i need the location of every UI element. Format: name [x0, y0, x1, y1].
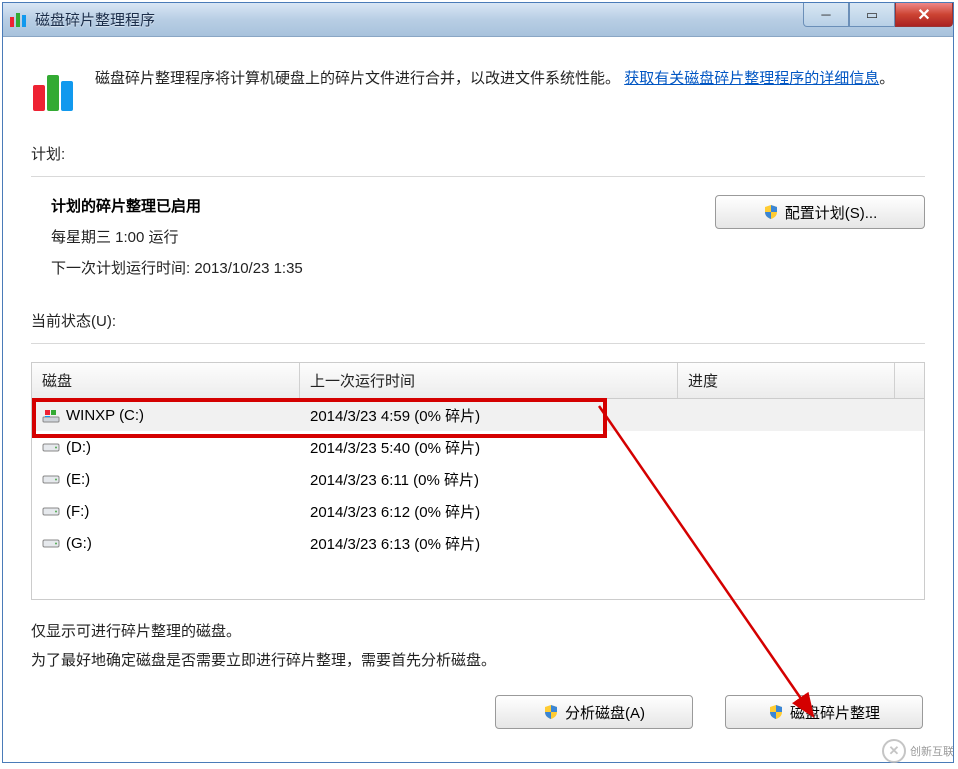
- col-progress-header[interactable]: 进度: [678, 363, 894, 398]
- analyze-label: 分析磁盘(A): [565, 702, 645, 723]
- defrag-app-icon: [9, 11, 27, 29]
- disk-name: (D:): [66, 439, 91, 456]
- window-controls: ─ ▭ ✕: [803, 3, 953, 27]
- disk-name: (E:): [66, 471, 90, 488]
- disk-name: (G:): [66, 535, 92, 552]
- table-row[interactable]: (F:) 2014/3/23 6:12 (0% 碎片): [32, 495, 924, 527]
- action-buttons: 分析磁盘(A) 磁盘碎片整理: [31, 695, 925, 729]
- watermark: ✕ 创新互联: [882, 739, 954, 763]
- close-button[interactable]: ✕: [895, 3, 953, 27]
- shield-icon: [768, 704, 784, 720]
- intro-text: 磁盘碎片整理程序将计算机硬盘上的碎片文件进行合并，以改进文件系统性能。 获取有关…: [95, 65, 894, 92]
- separator: [31, 343, 925, 344]
- col-spacer: [894, 363, 924, 398]
- table-body: WINXP (C:) 2014/3/23 4:59 (0% 碎片) (D:) 2014…: [32, 399, 924, 599]
- schedule-details: 计划的碎片整理已启用 每星期三 1:00 运行 下一次计划运行时间: 2013/…: [31, 195, 303, 288]
- disk-name: (F:): [66, 503, 89, 520]
- watermark-icon: ✕: [882, 739, 906, 763]
- shield-icon: [543, 704, 559, 720]
- defrag-large-icon: [31, 65, 81, 115]
- last-run-cell: 2014/3/23 6:12 (0% 碎片): [300, 501, 678, 522]
- defrag-button[interactable]: 磁盘碎片整理: [725, 695, 923, 729]
- configure-schedule-label: 配置计划(S)...: [785, 202, 878, 223]
- col-last-header[interactable]: 上一次运行时间: [300, 363, 678, 398]
- note-text: 仅显示可进行碎片整理的磁盘。 为了最好地确定磁盘是否需要立即进行碎片整理，需要首…: [31, 618, 925, 675]
- schedule-run-at: 每星期三 1:00 运行: [51, 226, 303, 247]
- content-area: 磁盘碎片整理程序将计算机硬盘上的碎片文件进行合并，以改进文件系统性能。 获取有关…: [3, 37, 953, 729]
- more-info-link[interactable]: 获取有关磁盘碎片整理程序的详细信息: [624, 70, 879, 87]
- disk-name: WINXP (C:): [66, 407, 144, 424]
- minimize-button[interactable]: ─: [803, 3, 849, 27]
- intro-pre: 磁盘碎片整理程序将计算机硬盘上的碎片文件进行合并，以改进文件系统性能。: [95, 70, 620, 87]
- schedule-label: 计划:: [31, 143, 925, 164]
- disk-icon: [42, 440, 60, 454]
- schedule-row: 计划的碎片整理已启用 每星期三 1:00 运行 下一次计划运行时间: 2013/…: [31, 195, 925, 288]
- defrag-label: 磁盘碎片整理: [790, 702, 880, 723]
- disk-icon: [42, 504, 60, 518]
- maximize-button[interactable]: ▭: [849, 3, 895, 27]
- last-run-cell: 2014/3/23 6:11 (0% 碎片): [300, 469, 678, 490]
- shield-icon: [763, 204, 779, 220]
- status-label: 当前状态(U):: [31, 310, 925, 331]
- separator: [31, 176, 925, 177]
- table-header: 磁盘 上一次运行时间 进度: [32, 363, 924, 399]
- disk-table: 磁盘 上一次运行时间 进度 WINXP (C:) 2014/3/23 4:59 (…: [31, 362, 925, 600]
- analyze-button[interactable]: 分析磁盘(A): [495, 695, 693, 729]
- last-run-cell: 2014/3/23 4:59 (0% 碎片): [300, 405, 678, 426]
- note-line1: 仅显示可进行碎片整理的磁盘。: [31, 618, 925, 647]
- last-run-cell: 2014/3/23 6:13 (0% 碎片): [300, 533, 678, 554]
- configure-schedule-button[interactable]: 配置计划(S)...: [715, 195, 925, 229]
- table-row[interactable]: (D:) 2014/3/23 5:40 (0% 碎片): [32, 431, 924, 463]
- table-row[interactable]: (E:) 2014/3/23 6:11 (0% 碎片): [32, 463, 924, 495]
- schedule-next-run: 下一次计划运行时间: 2013/10/23 1:35: [51, 257, 303, 278]
- last-run-cell: 2014/3/23 5:40 (0% 碎片): [300, 437, 678, 458]
- note-line2: 为了最好地确定磁盘是否需要立即进行碎片整理，需要首先分析磁盘。: [31, 647, 925, 676]
- table-row[interactable]: WINXP (C:) 2014/3/23 4:59 (0% 碎片): [32, 399, 924, 431]
- table-row[interactable]: (G:) 2014/3/23 6:13 (0% 碎片): [32, 527, 924, 559]
- disk-icon: [42, 472, 60, 486]
- windows-disk-icon: [42, 408, 60, 422]
- col-disk-header[interactable]: 磁盘: [32, 363, 300, 398]
- window-title: 磁盘碎片整理程序: [35, 9, 155, 30]
- disk-icon: [42, 536, 60, 550]
- defrag-window: 磁盘碎片整理程序 ─ ▭ ✕ 磁盘碎片整理程序将计算机硬盘上的碎片文件进行合并，…: [2, 2, 954, 763]
- watermark-text: 创新互联: [910, 743, 954, 759]
- intro-row: 磁盘碎片整理程序将计算机硬盘上的碎片文件进行合并，以改进文件系统性能。 获取有关…: [31, 65, 925, 115]
- schedule-enabled: 计划的碎片整理已启用: [51, 195, 303, 216]
- titlebar[interactable]: 磁盘碎片整理程序 ─ ▭ ✕: [3, 3, 953, 37]
